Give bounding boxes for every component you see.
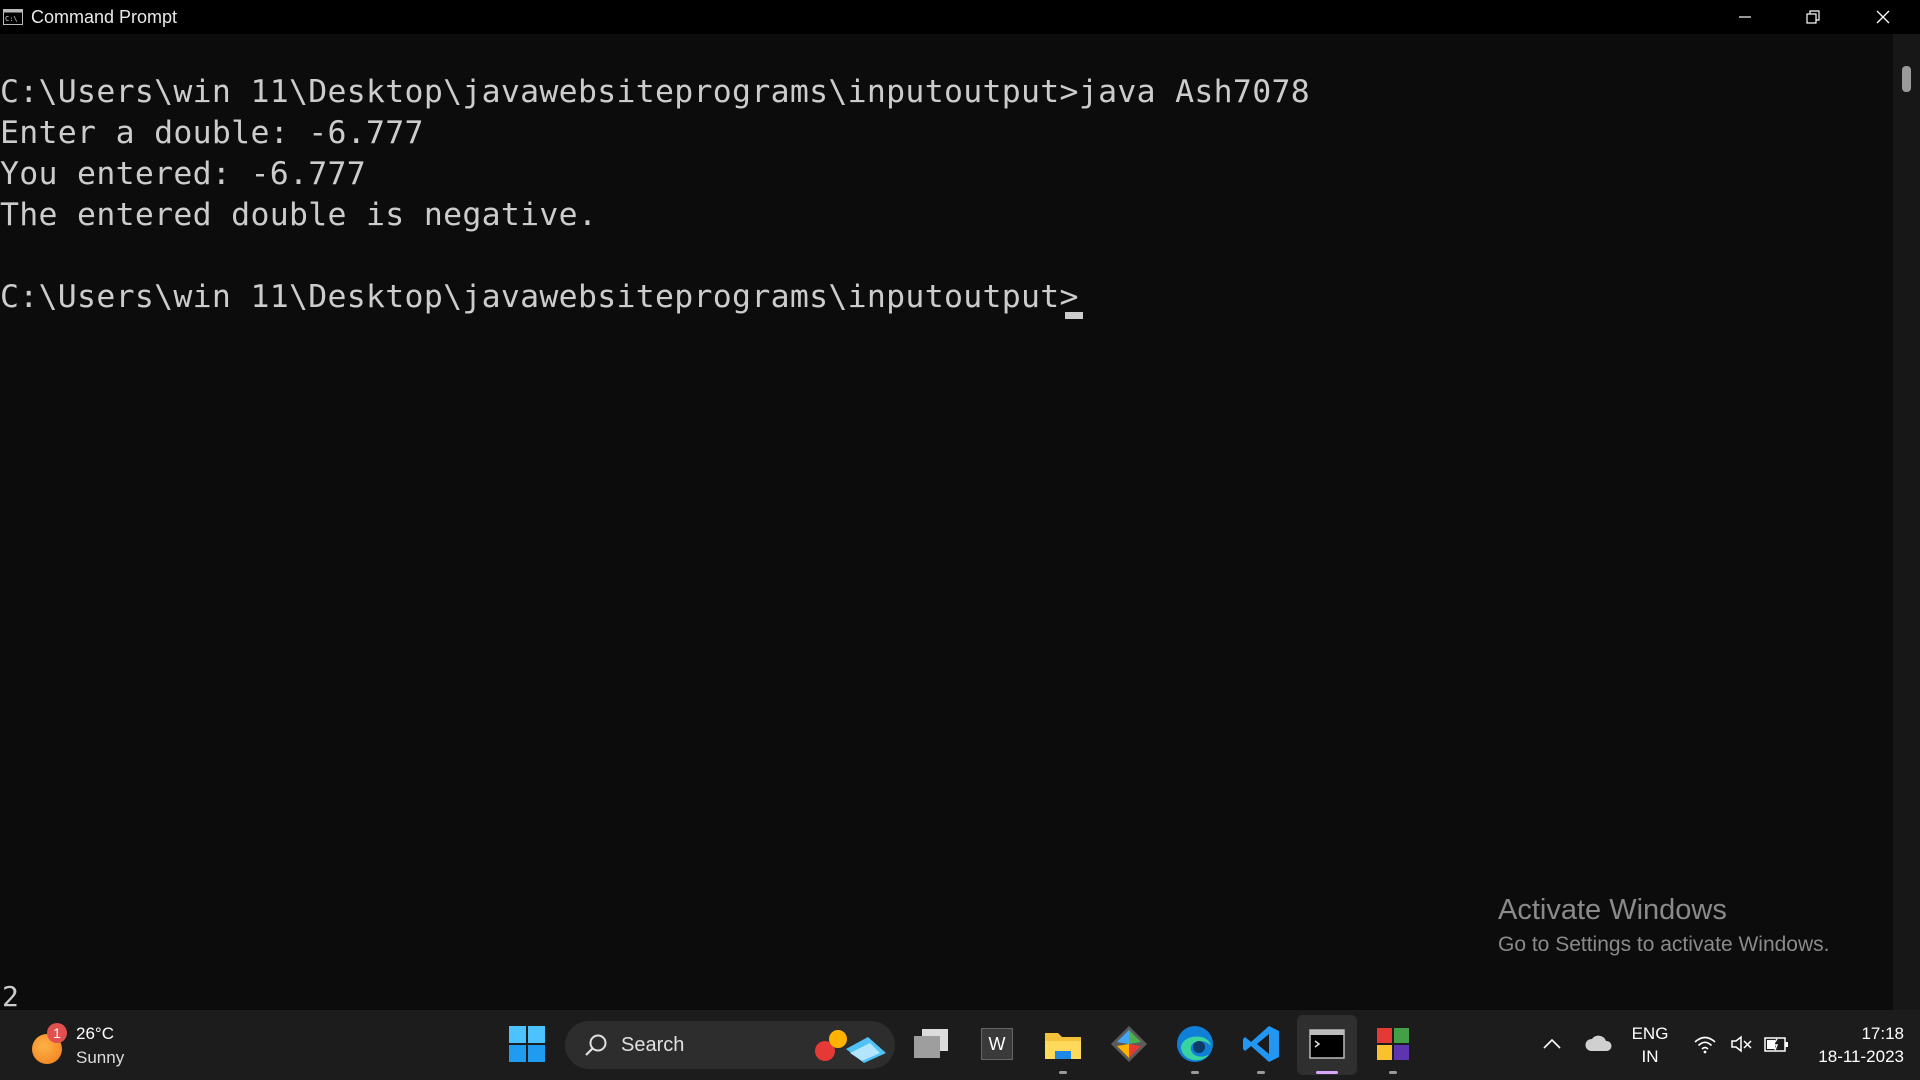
text-cursor bbox=[1065, 312, 1083, 319]
taskbar-app-office[interactable] bbox=[1369, 1020, 1417, 1068]
weather-temperature: 26°C bbox=[76, 1024, 114, 1043]
taskbar-app-file-explorer[interactable] bbox=[1039, 1020, 1087, 1068]
title-bar: C:\ Command Prompt bbox=[0, 0, 1920, 34]
taskbar-search[interactable]: Search bbox=[565, 1021, 895, 1069]
word-icon: W bbox=[981, 1028, 1013, 1060]
window-title: Command Prompt bbox=[31, 7, 178, 27]
search-icon bbox=[585, 1034, 607, 1056]
terminal-icon bbox=[1309, 1029, 1345, 1059]
wifi-icon bbox=[1694, 1036, 1716, 1054]
close-icon bbox=[1876, 10, 1890, 24]
clock-time: 17:18 bbox=[1861, 1024, 1904, 1043]
taskbar-app-command-prompt[interactable] bbox=[1303, 1020, 1351, 1068]
task-view-icon bbox=[914, 1029, 948, 1058]
clock[interactable]: 17:18 18-11-2023 bbox=[1808, 1024, 1904, 1067]
vscode-icon bbox=[1243, 1026, 1279, 1062]
restore-button[interactable] bbox=[1778, 0, 1848, 34]
weather-condition: Sunny bbox=[76, 1048, 125, 1067]
minimize-button[interactable] bbox=[1710, 0, 1780, 34]
folder-icon bbox=[1045, 1033, 1081, 1059]
stray-character: 2 bbox=[2, 980, 19, 1013]
running-indicator bbox=[1257, 1071, 1265, 1074]
chevron-up-icon bbox=[1543, 1038, 1561, 1049]
command-prompt-icon: C:\ bbox=[3, 9, 23, 25]
battery-charging-icon bbox=[1764, 1037, 1788, 1052]
console-line: You entered: -6.777 bbox=[0, 156, 367, 192]
restore-icon bbox=[1806, 10, 1820, 24]
search-highlight-icon bbox=[815, 1030, 886, 1063]
windows-logo-icon bbox=[509, 1026, 545, 1062]
console-prompt-line: C:\Users\win 11\Desktop\javawebsiteprogr… bbox=[0, 279, 1079, 315]
close-button[interactable] bbox=[1848, 0, 1918, 34]
start-button[interactable] bbox=[503, 1020, 551, 1068]
active-indicator bbox=[1316, 1071, 1338, 1074]
activation-watermark: Activate Windows Go to Settings to activ… bbox=[1498, 894, 1830, 957]
running-indicator bbox=[1059, 1071, 1067, 1074]
taskbar-app-vscode[interactable] bbox=[1237, 1020, 1285, 1068]
notification-badge: 1 bbox=[47, 1023, 67, 1043]
language-indicator[interactable]: ENG IN bbox=[1630, 1024, 1670, 1067]
scrollbar-thumb[interactable] bbox=[1902, 66, 1911, 92]
cloud-icon bbox=[1585, 1035, 1612, 1051]
weather-widget[interactable]: 1 26°C Sunny bbox=[30, 1018, 150, 1072]
show-hidden-icons-button[interactable] bbox=[1537, 1020, 1567, 1068]
network-button[interactable] bbox=[1690, 1020, 1720, 1068]
vertical-scrollbar[interactable] bbox=[1893, 34, 1920, 1010]
office-apps-icon bbox=[1377, 1028, 1409, 1060]
running-indicator bbox=[1191, 1071, 1199, 1074]
taskbar-app-tool[interactable] bbox=[1105, 1020, 1153, 1068]
language-code: ENG bbox=[1631, 1024, 1669, 1043]
search-placeholder: Search bbox=[621, 1034, 685, 1056]
running-indicator bbox=[1389, 1071, 1397, 1074]
watermark-subtitle: Go to Settings to activate Windows. bbox=[1498, 933, 1830, 956]
edge-icon bbox=[1177, 1026, 1213, 1062]
minimize-icon bbox=[1739, 16, 1751, 18]
console-output[interactable]: C:\Users\win 11\Desktop\javawebsiteprogr… bbox=[0, 34, 1893, 1010]
console-line: The entered double is negative. bbox=[0, 197, 598, 233]
watermark-title: Activate Windows bbox=[1498, 894, 1727, 926]
onedrive-button[interactable] bbox=[1583, 1020, 1615, 1068]
taskbar-app-word[interactable]: W bbox=[973, 1020, 1021, 1068]
volume-button[interactable] bbox=[1727, 1020, 1757, 1068]
app-diamond-icon bbox=[1111, 1026, 1147, 1062]
console-line: Enter a double: -6.777 bbox=[0, 115, 424, 151]
console-line: C:\Users\win 11\Desktop\javawebsiteprogr… bbox=[0, 74, 1310, 110]
task-view-button[interactable] bbox=[907, 1020, 955, 1068]
battery-button[interactable] bbox=[1762, 1020, 1792, 1068]
region-code: IN bbox=[1641, 1047, 1659, 1066]
clock-date: 18-11-2023 bbox=[1818, 1047, 1904, 1066]
taskbar-app-edge[interactable] bbox=[1171, 1020, 1219, 1068]
svg-text:C:\: C:\ bbox=[5, 15, 18, 23]
volume-muted-icon bbox=[1731, 1035, 1752, 1053]
